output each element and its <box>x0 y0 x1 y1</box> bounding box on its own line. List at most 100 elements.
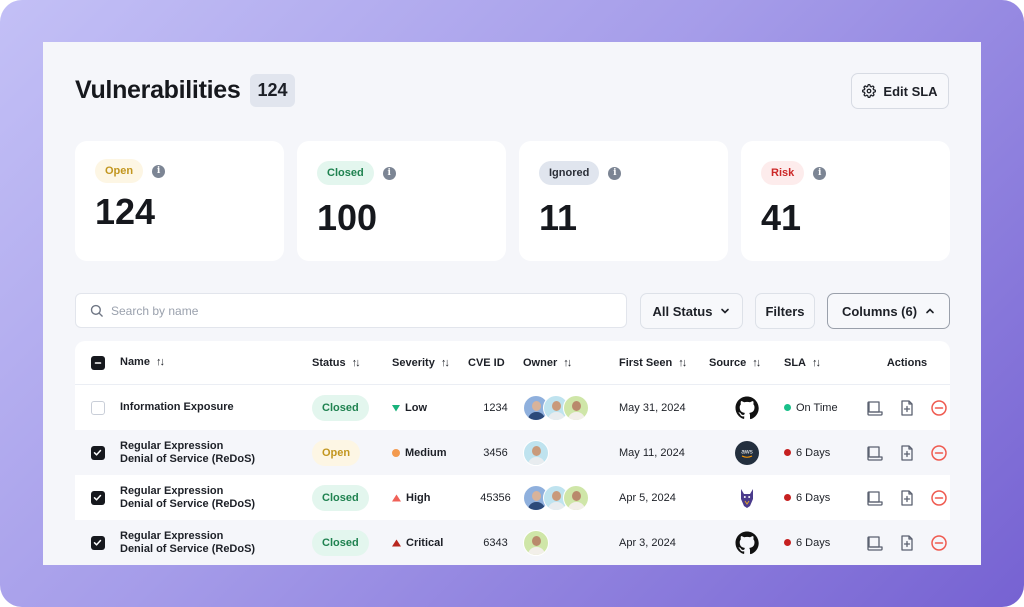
sort-icon[interactable]: ↑↓ <box>678 357 687 369</box>
clock-icon <box>784 494 791 501</box>
owner-avatars <box>523 529 619 556</box>
sort-icon[interactable]: ↑↓ <box>156 356 165 369</box>
add-document-icon[interactable] <box>898 489 916 507</box>
select-all-checkbox[interactable] <box>90 355 105 370</box>
edit-sla-label: Edit SLA <box>883 83 938 99</box>
edit-sla-button[interactable]: Edit SLA <box>851 73 949 109</box>
vulnerability-name[interactable]: Information Exposure <box>120 401 312 414</box>
remove-icon[interactable] <box>930 444 948 462</box>
avatar[interactable] <box>563 394 589 421</box>
row-checkbox[interactable] <box>90 535 105 550</box>
source <box>709 396 784 420</box>
summary-cards: Open i 124 Closed i 100 Ignored i 11 Ris… <box>75 141 950 261</box>
view-log-icon[interactable] <box>866 534 884 552</box>
sla-status: 6 Days <box>784 492 864 504</box>
row-actions <box>864 534 950 552</box>
table-body: Information Exposure Closed Low 1234 May… <box>75 385 950 565</box>
aws-icon: aws <box>734 440 759 465</box>
columns-button[interactable]: Columns (6) <box>827 293 950 329</box>
card-open: Open i 124 <box>75 141 284 261</box>
open-count: 124 <box>95 191 156 232</box>
avatar[interactable] <box>523 529 549 556</box>
first-seen-date: May 31, 2024 <box>619 401 686 414</box>
cve-id: 45356 <box>480 491 511 504</box>
column-header-first-seen[interactable]: First Seen ↑↓ <box>619 357 709 369</box>
table-row[interactable]: Information Exposure Closed Low 1234 May… <box>75 385 950 430</box>
info-icon[interactable]: i <box>382 166 396 180</box>
vulnerability-name[interactable]: Regular Expression Denial of Service (ReD… <box>120 530 312 556</box>
add-document-icon[interactable] <box>898 534 916 552</box>
ignored-count: 11 <box>539 197 578 238</box>
vulnerabilities-panel: Vulnerabilities 124 Edit SLA Open i 124 … <box>43 42 981 565</box>
sort-icon[interactable]: ↑↓ <box>441 357 450 369</box>
row-checkbox[interactable] <box>90 490 105 505</box>
row-checkbox[interactable] <box>90 445 105 460</box>
columns-label: Columns (6) <box>841 303 918 319</box>
first-seen-date: Apr 5, 2024 <box>619 491 676 504</box>
avatar[interactable] <box>563 484 589 511</box>
sort-icon[interactable]: ↑↓ <box>812 357 821 369</box>
column-header-severity[interactable]: Severity ↑↓ <box>392 357 468 369</box>
chevron-down-icon <box>721 308 730 314</box>
card-ignored: Ignored i 11 <box>519 141 728 261</box>
github-icon <box>735 531 759 554</box>
status-select[interactable]: All Status <box>640 293 743 329</box>
column-header-actions: Actions <box>886 356 928 369</box>
sla-status: On Time <box>784 402 864 414</box>
severity-high-icon <box>392 494 401 501</box>
table-header: Name ↑↓ Status ↑↓ Severity ↑↓ CVE ID Owner ↑… <box>75 341 950 385</box>
table-row[interactable]: Regular Expression Denial of Service (ReD… <box>75 430 950 475</box>
column-header-sla[interactable]: SLA ↑↓ <box>784 357 864 369</box>
add-document-icon[interactable] <box>898 399 916 417</box>
severity-indicator: Low <box>392 402 468 414</box>
remove-icon[interactable] <box>930 399 948 417</box>
column-header-status[interactable]: Status ↑↓ <box>312 357 392 369</box>
status-badge: Open <box>312 439 361 466</box>
vulnerability-name[interactable]: Regular Expression Denial of Service (ReD… <box>120 440 312 466</box>
status-select-label: All Status <box>652 303 713 319</box>
chevron-up-icon <box>926 308 934 314</box>
search-input[interactable] <box>111 303 591 318</box>
row-checkbox[interactable] <box>90 400 105 415</box>
info-icon[interactable]: i <box>152 164 166 178</box>
first-seen-date: Apr 3, 2024 <box>619 536 676 549</box>
row-actions <box>864 399 950 417</box>
svg-text:aws: aws <box>741 448 753 455</box>
info-icon[interactable]: i <box>608 166 622 180</box>
owner-avatars <box>523 394 619 421</box>
sort-icon[interactable]: ↑↓ <box>752 357 761 369</box>
open-pill: Open <box>95 159 144 183</box>
owner-avatars <box>523 484 619 511</box>
filters-button[interactable]: Filters <box>755 293 815 329</box>
remove-icon[interactable] <box>930 534 948 552</box>
table-row[interactable]: Regular Expression Denial of Service (ReD… <box>75 520 950 565</box>
view-log-icon[interactable] <box>866 399 884 417</box>
source <box>709 486 784 510</box>
column-header-name[interactable]: Name ↑↓ <box>120 356 312 369</box>
view-log-icon[interactable] <box>866 489 884 507</box>
count-badge: 124 <box>250 74 295 107</box>
column-header-source[interactable]: Source ↑↓ <box>709 357 784 369</box>
cve-id: 1234 <box>483 401 508 414</box>
column-header-owner[interactable]: Owner ↑↓ <box>523 357 619 369</box>
sort-icon[interactable]: ↑↓ <box>563 357 572 369</box>
view-log-icon[interactable] <box>866 444 884 462</box>
source <box>709 531 784 555</box>
avatar[interactable] <box>523 439 549 466</box>
severity-indicator: Medium <box>392 447 468 459</box>
cve-id: 6343 <box>483 536 508 549</box>
info-icon[interactable]: i <box>813 166 827 180</box>
table-row[interactable]: Regular Expression Denial of Service (ReD… <box>75 475 950 520</box>
source: aws <box>709 440 784 465</box>
remove-icon[interactable] <box>930 489 948 507</box>
row-actions <box>864 489 950 507</box>
card-closed: Closed i 100 <box>297 141 506 261</box>
add-document-icon[interactable] <box>898 444 916 462</box>
gear-icon <box>862 84 877 98</box>
vulnerability-name[interactable]: Regular Expression Denial of Service (ReD… <box>120 485 312 511</box>
status-badge: Closed <box>312 394 369 421</box>
sort-icon[interactable]: ↑↓ <box>352 357 361 369</box>
filters-label: Filters <box>765 303 805 319</box>
severity-low-icon <box>392 404 400 411</box>
toolbar: All Status Filters Columns (6) <box>75 293 950 329</box>
